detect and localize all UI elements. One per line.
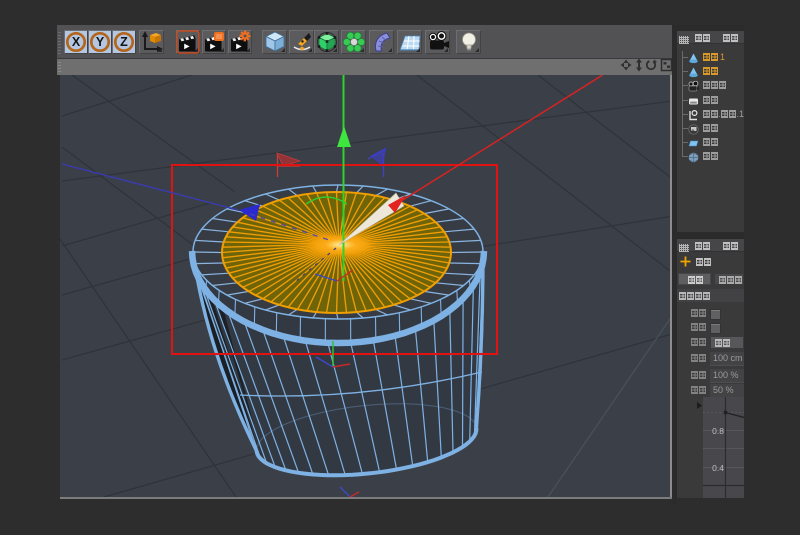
- svg-text:Y: Y: [96, 35, 105, 49]
- svg-text:0.4: 0.4: [712, 463, 724, 473]
- svg-text:X: X: [72, 35, 81, 49]
- svg-text:Z: Z: [120, 35, 128, 49]
- svg-text:0.8: 0.8: [712, 426, 724, 436]
